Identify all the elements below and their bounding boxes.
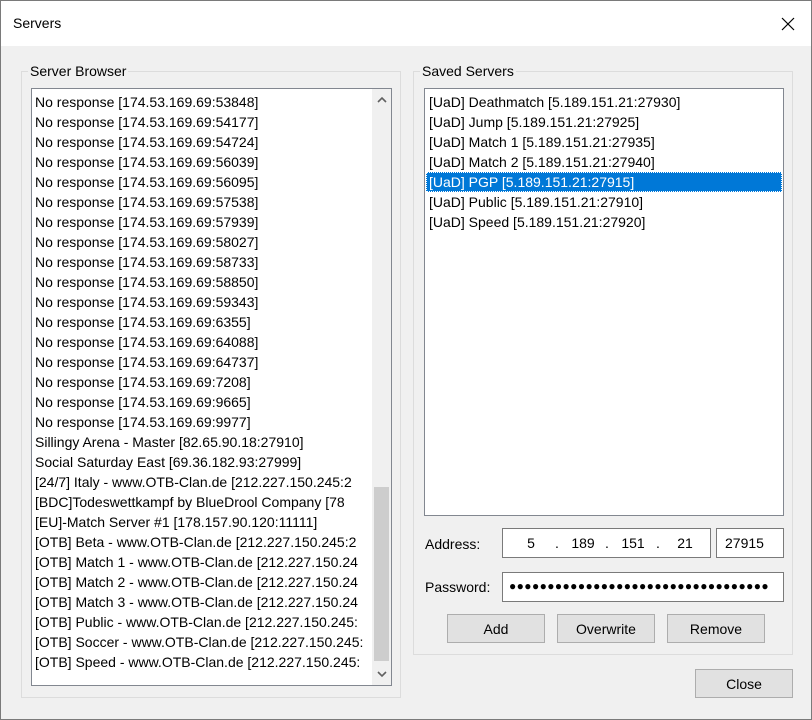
close-window-button[interactable] [765, 1, 811, 46]
server-browser-list[interactable]: No response [174.53.169.69:53848] No resp… [31, 88, 392, 686]
server-browser-item[interactable]: No response [174.53.169.69:56095] [32, 172, 372, 192]
scroll-thumb[interactable] [374, 487, 389, 661]
server-browser-item[interactable]: No response [174.53.169.69:7208] [32, 372, 372, 392]
server-browser-item[interactable]: No response [174.53.169.69:9977] [32, 412, 372, 432]
scroll-up-button[interactable] [372, 91, 391, 108]
server-browser-item[interactable]: No response [174.53.169.69:58027] [32, 232, 372, 252]
saved-server-item[interactable]: [UaD] Jump [5.189.151.21:27925] [426, 112, 782, 132]
server-browser-item[interactable]: No response [174.53.169.69:9665] [32, 392, 372, 412]
port-field[interactable]: 27915 [716, 528, 784, 558]
saved-server-item[interactable]: [UaD] Match 2 [5.189.151.21:27940] [426, 152, 782, 172]
saved-server-item[interactable]: [UaD] Match 1 [5.189.151.21:27935] [426, 132, 782, 152]
close-button[interactable]: Close [695, 669, 793, 698]
server-browser-item[interactable]: No response [174.53.169.69:56039] [32, 152, 372, 172]
server-browser-item[interactable]: [OTB] Beta - www.OTB-Clan.de [212.227.15… [32, 532, 372, 552]
server-browser-item[interactable]: [OTB] Match 2 - www.OTB-Clan.de [212.227… [32, 572, 372, 592]
server-browser-item[interactable]: [OTB] Public - www.OTB-Clan.de [212.227.… [32, 612, 372, 632]
server-browser-item[interactable]: No response [174.53.169.69:64088] [32, 332, 372, 352]
server-browser-item[interactable]: No response [174.53.169.69:64737] [32, 352, 372, 372]
ip-octet-1[interactable]: 5 [519, 535, 543, 551]
close-icon [781, 17, 795, 30]
ip-octet-4[interactable]: 21 [669, 535, 701, 551]
server-browser-item[interactable]: No response [174.53.169.69:54724] [32, 132, 372, 152]
server-browser-item[interactable]: No response [174.53.169.69:53848] [32, 92, 372, 112]
ip-octet-2[interactable]: 189 [567, 535, 599, 551]
ip-dot: . [605, 535, 609, 551]
server-browser-item[interactable]: No response [174.53.169.69:54177] [32, 112, 372, 132]
server-browser-scrollbar[interactable] [372, 89, 391, 685]
saved-server-item[interactable]: [UaD] Speed [5.189.151.21:27920] [426, 212, 782, 232]
server-browser-item[interactable]: No response [174.53.169.69:6355] [32, 312, 372, 332]
password-field[interactable]: ●●●●●●●●●●●●●●●●●●●●●●●●●●●●●●●●●● [502, 572, 784, 602]
window-title: Servers [13, 15, 62, 31]
password-value: ●●●●●●●●●●●●●●●●●●●●●●●●●●●●●●●●●● [509, 579, 770, 593]
saved-servers-label: Saved Servers [420, 62, 516, 80]
password-label: Password: [425, 579, 491, 595]
ip-dot: . [656, 535, 660, 551]
address-label: Address: [425, 536, 481, 552]
port-value: 27915 [725, 535, 764, 551]
server-browser-label: Server Browser [28, 62, 129, 80]
ip-octet-3[interactable]: 151 [617, 535, 649, 551]
server-browser-item[interactable]: No response [174.53.169.69:57538] [32, 192, 372, 212]
server-browser-item[interactable]: No response [174.53.169.69:59343] [32, 292, 372, 312]
chevron-down-icon [376, 671, 387, 678]
server-browser-item[interactable]: [BDC]Todeswettkampf by BlueDrool Company… [32, 492, 372, 512]
ip-address-field[interactable]: 5 . 189 . 151 . 21 [502, 528, 711, 558]
ip-dot: . [555, 535, 559, 551]
chevron-up-icon [376, 96, 387, 103]
title-bar: Servers [1, 1, 811, 46]
saved-server-item[interactable]: [UaD] Public [5.189.151.21:27910] [426, 192, 782, 212]
saved-server-item[interactable]: [UaD] PGP [5.189.151.21:27915] [426, 172, 782, 192]
server-browser-item[interactable]: [OTB] Speed - www.OTB-Clan.de [212.227.1… [32, 652, 372, 672]
server-browser-item[interactable]: Social Saturday East [69.36.182.93:27999… [32, 452, 372, 472]
scroll-down-button[interactable] [372, 666, 391, 683]
servers-dialog: Servers Server Browser No response [174.… [0, 0, 812, 720]
server-browser-item[interactable]: [OTB] Match 1 - www.OTB-Clan.de [212.227… [32, 552, 372, 572]
add-button[interactable]: Add [447, 614, 545, 643]
server-browser-item[interactable]: No response [174.53.169.69:58850] [32, 272, 372, 292]
server-browser-item[interactable]: [OTB] Soccer - www.OTB-Clan.de [212.227.… [32, 632, 372, 652]
saved-servers-list[interactable]: [UaD] Deathmatch [5.189.151.21:27930] [Ua… [424, 88, 784, 516]
overwrite-button[interactable]: Overwrite [557, 614, 655, 643]
server-browser-item[interactable]: [OTB] Match 3 - www.OTB-Clan.de [212.227… [32, 592, 372, 612]
saved-server-item[interactable]: [UaD] Deathmatch [5.189.151.21:27930] [426, 92, 782, 112]
remove-button[interactable]: Remove [667, 614, 765, 643]
server-browser-item[interactable]: No response [174.53.169.69:58733] [32, 252, 372, 272]
server-browser-item[interactable]: Sillingy Arena - Master [82.65.90.18:279… [32, 432, 372, 452]
server-browser-item[interactable]: No response [174.53.169.69:57939] [32, 212, 372, 232]
server-browser-item[interactable]: [EU]-Match Server #1 [178.157.90.120:111… [32, 512, 372, 532]
server-browser-item[interactable]: [24/7] Italy - www.OTB-Clan.de [212.227.… [32, 472, 372, 492]
